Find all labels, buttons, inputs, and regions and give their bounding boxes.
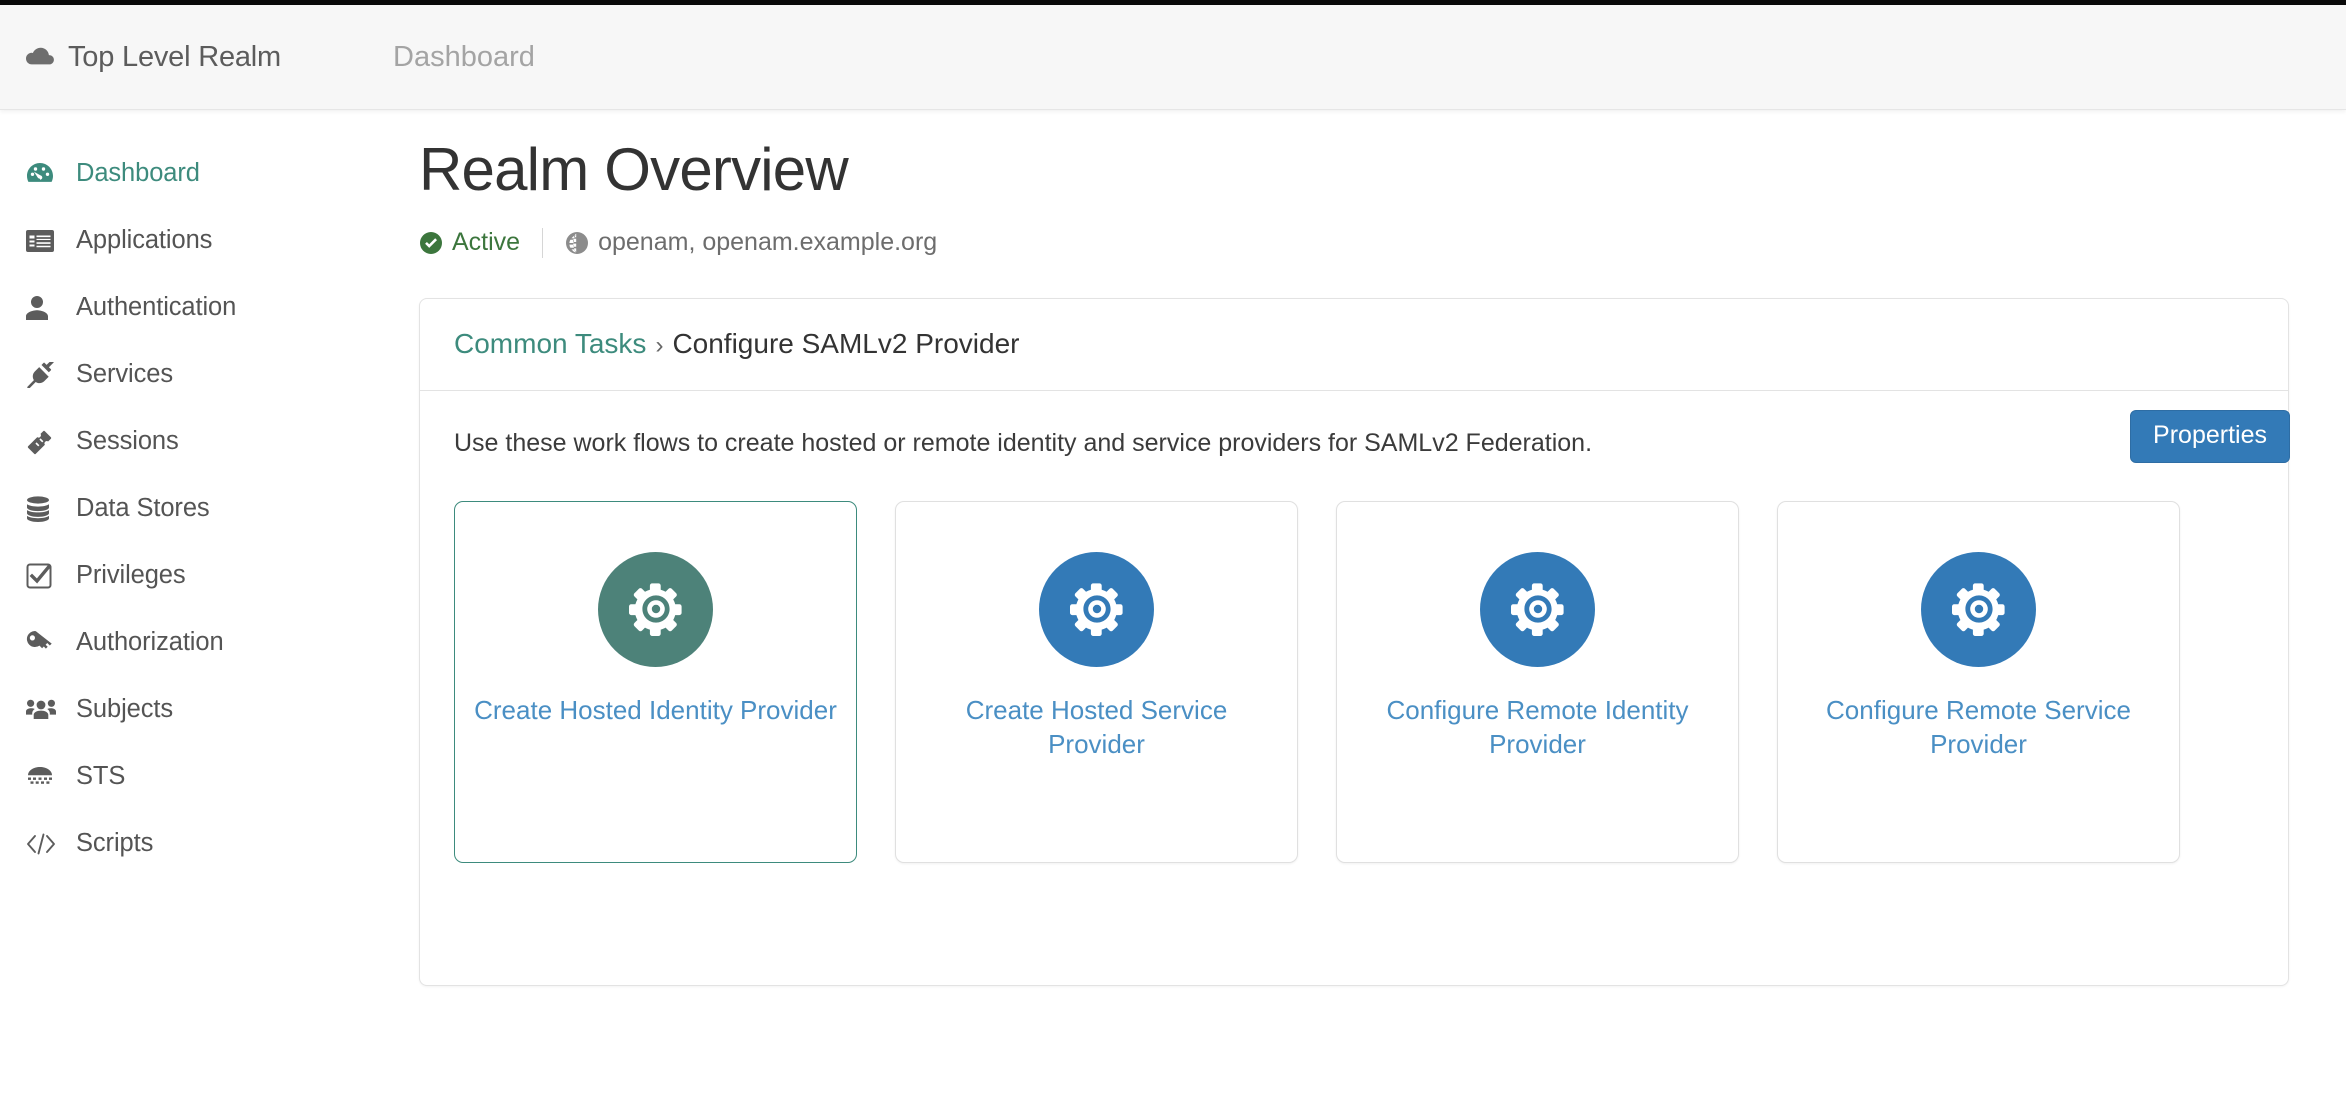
status-badge: Active [419,228,520,257]
gear-icon-circle [1921,552,2036,667]
cloud-icon [26,45,56,69]
sidebar-item-authorization[interactable]: Authorization [0,609,419,676]
page-layout: Dashboard Applications Authentication [0,110,2346,1094]
sidebar-item-sts[interactable]: STS [0,743,419,810]
sidebar-item-label: Authentication [76,293,236,322]
realm-brand[interactable]: Top Level Realm [0,41,393,74]
breadcrumb-separator: › [655,332,663,360]
sidebar-item-label: Scripts [76,829,153,858]
sidebar-item-label: Sessions [76,427,179,456]
dashboard-gauge-icon [26,159,60,189]
ticket-icon [26,427,60,457]
gear-icon-circle [1480,552,1595,667]
task-card-row: Create Hosted Identity Provider Create H… [454,501,2254,863]
task-card-label: Create Hosted Service Provider [896,693,1297,762]
task-card-configure-remote-identity-provider[interactable]: Configure Remote Identity Provider [1336,501,1739,863]
panel-body: Use these work flows to create hosted or… [420,391,2288,863]
sidebar-item-label: STS [76,762,125,791]
sidebar-item-privileges[interactable]: Privileges [0,542,419,609]
task-card-label: Create Hosted Identity Provider [456,693,855,727]
sidebar-item-label: Applications [76,226,212,255]
database-icon [26,494,60,524]
users-group-icon [26,695,60,725]
task-card-create-hosted-identity-provider[interactable]: Create Hosted Identity Provider [454,501,857,863]
header-page-name: Dashboard [393,41,535,74]
applications-list-icon [26,226,60,256]
breadcrumb-current: Configure SAMLv2 Provider [672,328,1019,360]
panel-description: Use these work flows to create hosted or… [454,427,2254,461]
code-brackets-icon [26,829,60,859]
realm-name: Top Level Realm [68,41,281,74]
sidebar-item-label: Privileges [76,561,186,590]
sidebar-item-label: Services [76,360,173,389]
main-content: Realm Overview Active openam, o [419,110,2346,1094]
status-divider [542,228,543,258]
sidebar-item-data-stores[interactable]: Data Stores [0,475,419,542]
panel-heading: Common Tasks › Configure SAMLv2 Provider [420,299,2288,391]
realm-dns-aliases: openam, openam.example.org [565,228,937,257]
gear-icon-circle [1039,552,1154,667]
common-tasks-panel: Common Tasks › Configure SAMLv2 Provider… [419,298,2289,986]
sidebar-item-label: Data Stores [76,494,210,523]
task-card-configure-remote-service-provider[interactable]: Configure Remote Service Provider [1777,501,2180,863]
sidebar-nav: Dashboard Applications Authentication [0,110,419,1094]
sidebar-item-scripts[interactable]: Scripts [0,810,419,877]
sidebar-item-authentication[interactable]: Authentication [0,274,419,341]
sidebar-item-label: Dashboard [76,159,200,188]
sidebar-item-label: Subjects [76,695,173,724]
page-title: Realm Overview [419,135,2290,206]
key-icon [26,628,60,658]
check-circle-icon [419,231,443,255]
status-label: Active [452,228,520,257]
app-header: Top Level Realm Dashboard [0,5,2346,110]
sidebar-item-label: Authorization [76,628,224,657]
realm-status-row: Active openam, openam.example.org [419,222,2290,264]
sidebar-item-subjects[interactable]: Subjects [0,676,419,743]
user-icon [26,293,60,323]
gear-icon-circle [598,552,713,667]
dns-aliases-text: openam, openam.example.org [598,228,937,257]
breadcrumb-common-tasks-link[interactable]: Common Tasks [454,328,646,360]
checkbox-checked-icon [26,561,60,591]
task-card-create-hosted-service-provider[interactable]: Create Hosted Service Provider [895,501,1298,863]
task-card-label: Configure Remote Identity Provider [1337,693,1738,762]
sidebar-item-services[interactable]: Services [0,341,419,408]
globe-icon [565,231,589,255]
sts-icon [26,762,60,792]
breadcrumb: Common Tasks › Configure SAMLv2 Provider [454,328,1019,360]
sidebar-item-applications[interactable]: Applications [0,207,419,274]
task-card-label: Configure Remote Service Provider [1778,693,2179,762]
sidebar-item-sessions[interactable]: Sessions [0,408,419,475]
sidebar-item-dashboard[interactable]: Dashboard [0,140,419,207]
properties-button[interactable]: Properties [2130,410,2290,463]
plug-icon [26,360,60,390]
